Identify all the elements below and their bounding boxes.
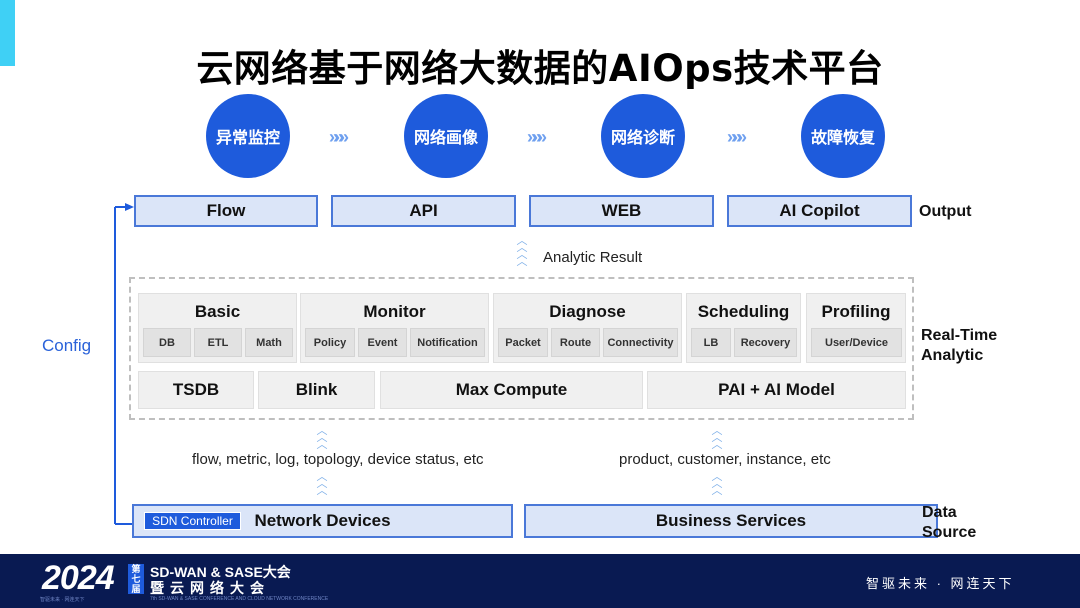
page-title: 云网络基于网络大数据的AIOps技术平台 [196,47,884,90]
network-devices-label: Network Devices [254,511,391,530]
source-business-services: Business Services [524,504,938,538]
output-api: API [331,195,516,227]
footer-edition-badge: 第七届 [128,564,144,594]
data-source-label: Data Source [922,504,977,541]
step-arrow-icon: »»» [329,127,349,147]
step-fault-recovery: 故障恢复 [801,94,885,178]
up-arrow-icon: ︿ ︿ ︿ [316,425,328,451]
group-title: Basic [194,302,241,321]
group-scheduling: Scheduling LB Recovery [686,293,801,363]
output-web: WEB [529,195,714,227]
up-arrow-icon: ︿ ︿ ︿ [711,425,723,451]
realtime-analytic-label: Real-Time Analytic [921,327,998,364]
group-monitor: Monitor Policy Event Notification [300,293,489,363]
item-notification: Notification [410,328,485,357]
step-network-profile: 网络画像 [404,94,488,178]
component-max-compute: Max Compute [380,371,643,409]
output-label: Output [919,203,972,220]
item-route: Route [551,328,600,357]
output-ai-copilot: AI Copilot [727,195,912,227]
output-flow: Flow [134,195,318,227]
step-anomaly-monitoring: 异常监控 [206,94,290,178]
analytic-result-label: Analytic Result [543,249,643,266]
item-etl: ETL [194,328,242,357]
up-arrow-icon: ︿ ︿ ︿ [316,471,328,497]
item-db: DB [143,328,191,357]
item-lb: LB [691,328,731,357]
group-title: Diagnose [549,302,626,321]
item-packet: Packet [498,328,548,357]
config-label: Config [42,336,92,355]
footer-year-subtext: 智驱未来 · 网连天下 [40,597,85,603]
group-profiling: Profiling User/Device [806,293,906,363]
step-arrow-icon: »»» [727,127,747,147]
group-diagnose: Diagnose Packet Route Connectivity [493,293,682,363]
component-blink: Blink [258,371,375,409]
step-network-diagnosis: 网络诊断 [601,94,685,178]
up-arrow-icon: ︿ ︿ ︿ ︿ [516,235,528,268]
group-title: Monitor [363,302,426,321]
sdn-controller-tag: SDN Controller [144,512,241,530]
item-event: Event [358,328,407,357]
item-math: Math [245,328,293,357]
up-arrow-icon: ︿ ︿ ︿ [711,471,723,497]
group-title: Scheduling [697,302,790,321]
footer-year-logo: 2024 [42,559,115,597]
item-policy: Policy [305,328,355,357]
component-tsdb: TSDB [138,371,254,409]
group-basic: Basic DB ETL Math [138,293,297,363]
component-pai-ai-model: PAI + AI Model [647,371,906,409]
step-arrow-icon: »»» [527,127,547,147]
footer-conference-subname: 暨云网络大会 [150,580,270,596]
item-recovery: Recovery [734,328,797,357]
group-title: Profiling [821,302,891,321]
item-connectivity: Connectivity [603,328,678,357]
footer-conference-english: 7th SD-WAN & SASE CONFERENCE AND CLOUD N… [150,596,329,602]
network-data-types: flow, metric, log, topology, device stat… [192,451,484,468]
item-user-device: User/Device [811,328,902,357]
footer-slogan: 智驱未来 · 网连天下 [866,576,1015,591]
business-data-types: product, customer, instance, etc [619,451,831,468]
